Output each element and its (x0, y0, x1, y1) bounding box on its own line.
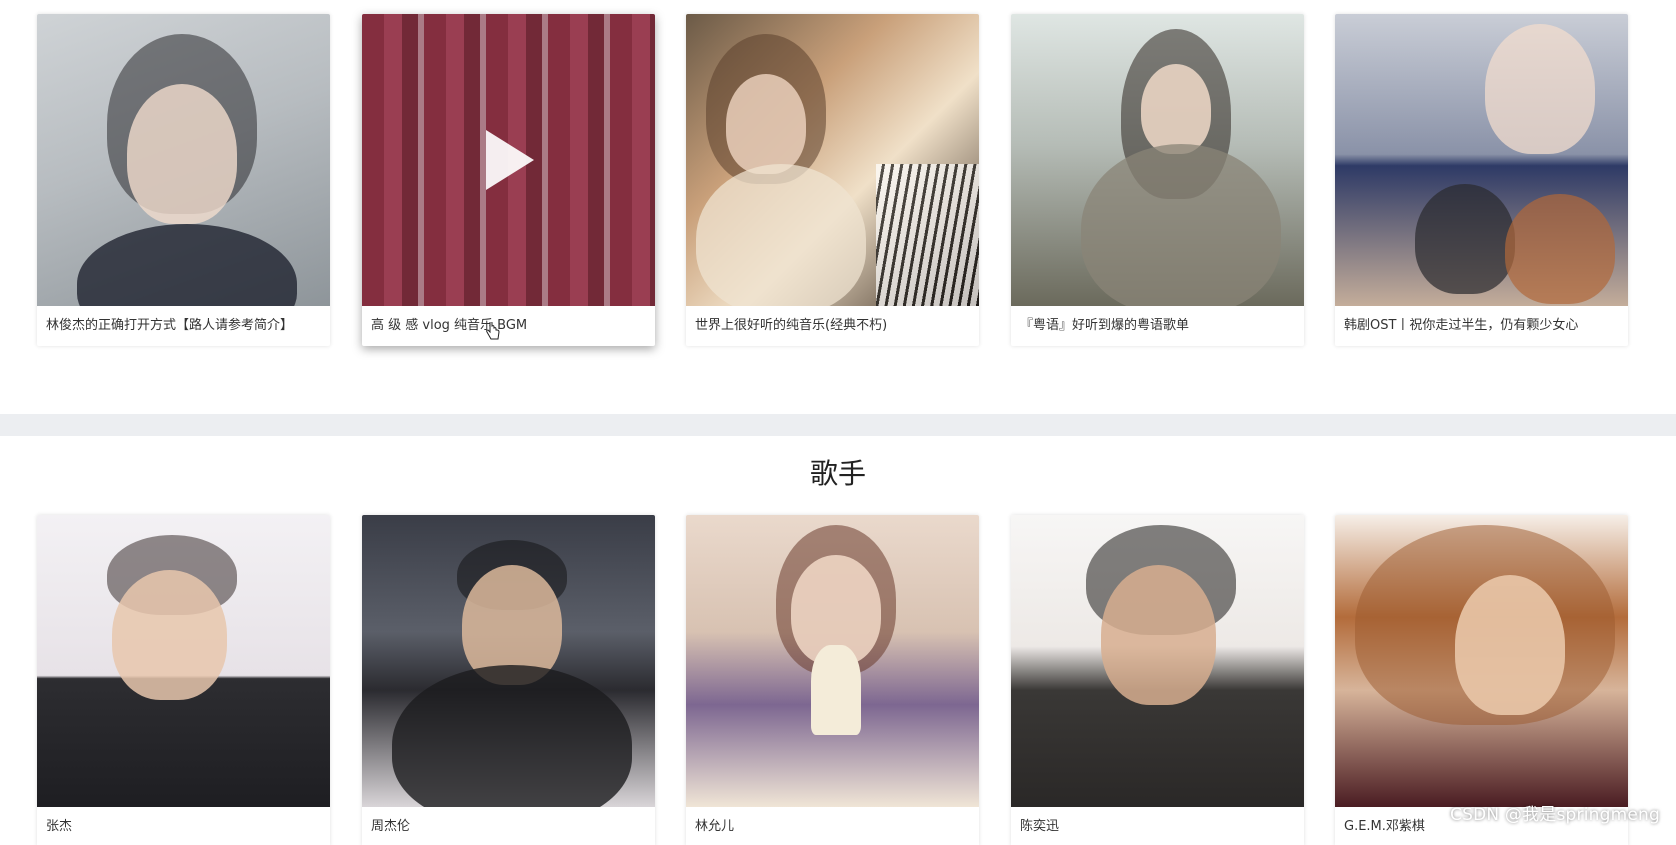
section-divider (0, 414, 1676, 436)
singer-photo[interactable] (1011, 515, 1304, 807)
section-title-singers: 歌手 (809, 457, 866, 490)
singer-name[interactable]: 陈奕迅 (1011, 807, 1304, 845)
watermark: CSDN @我是springmeng (1450, 805, 1660, 825)
singer-name[interactable]: 周杰伦 (362, 807, 655, 845)
playlist-card[interactable]: 韩剧OST丨祝你走过半生，仍有颗少女心 (1335, 14, 1628, 346)
playlist-cover-image[interactable] (1011, 14, 1304, 306)
singer-card[interactable]: 林允儿 (686, 515, 979, 845)
playlist-title[interactable]: 世界上很好听的纯音乐(经典不朽) (686, 306, 979, 346)
playlist-title[interactable]: 林俊杰的正确打开方式【路人请参考简介】 (37, 306, 330, 346)
singer-photo[interactable] (37, 515, 330, 807)
singer-photo[interactable] (362, 515, 655, 807)
page: 林俊杰的正确打开方式【路人请参考简介】 高 级 感 vlog 纯音乐 BGM 世… (0, 0, 1676, 845)
singer-photo[interactable] (686, 515, 979, 807)
singer-photo[interactable] (1335, 515, 1628, 807)
play-icon[interactable] (486, 130, 534, 190)
singer-card[interactable]: 陈奕迅 (1011, 515, 1304, 845)
playlist-card[interactable]: 世界上很好听的纯音乐(经典不朽) (686, 14, 979, 346)
playlist-title[interactable]: 韩剧OST丨祝你走过半生，仍有颗少女心 (1335, 306, 1628, 346)
playlist-cover-image[interactable] (37, 14, 330, 306)
playlist-cover-image[interactable] (1335, 14, 1628, 306)
playlist-title[interactable]: 『粤语』好听到爆的粤语歌单 (1011, 306, 1304, 346)
playlist-cover-image[interactable] (362, 14, 655, 306)
playlist-title[interactable]: 高 级 感 vlog 纯音乐 BGM (362, 306, 655, 346)
hand-cursor-icon (486, 322, 500, 340)
singer-name[interactable]: 张杰 (37, 807, 330, 845)
playlist-cover-image[interactable] (686, 14, 979, 306)
singer-name[interactable]: 林允儿 (686, 807, 979, 845)
playlist-card[interactable]: 『粤语』好听到爆的粤语歌单 (1011, 14, 1304, 346)
singer-card[interactable]: 张杰 (37, 515, 330, 845)
singer-card[interactable]: 周杰伦 (362, 515, 655, 845)
playlist-card[interactable]: 高 级 感 vlog 纯音乐 BGM (362, 14, 655, 346)
singer-card[interactable]: G.E.M.邓紫棋 (1335, 515, 1628, 845)
playlist-card[interactable]: 林俊杰的正确打开方式【路人请参考简介】 (37, 14, 330, 346)
